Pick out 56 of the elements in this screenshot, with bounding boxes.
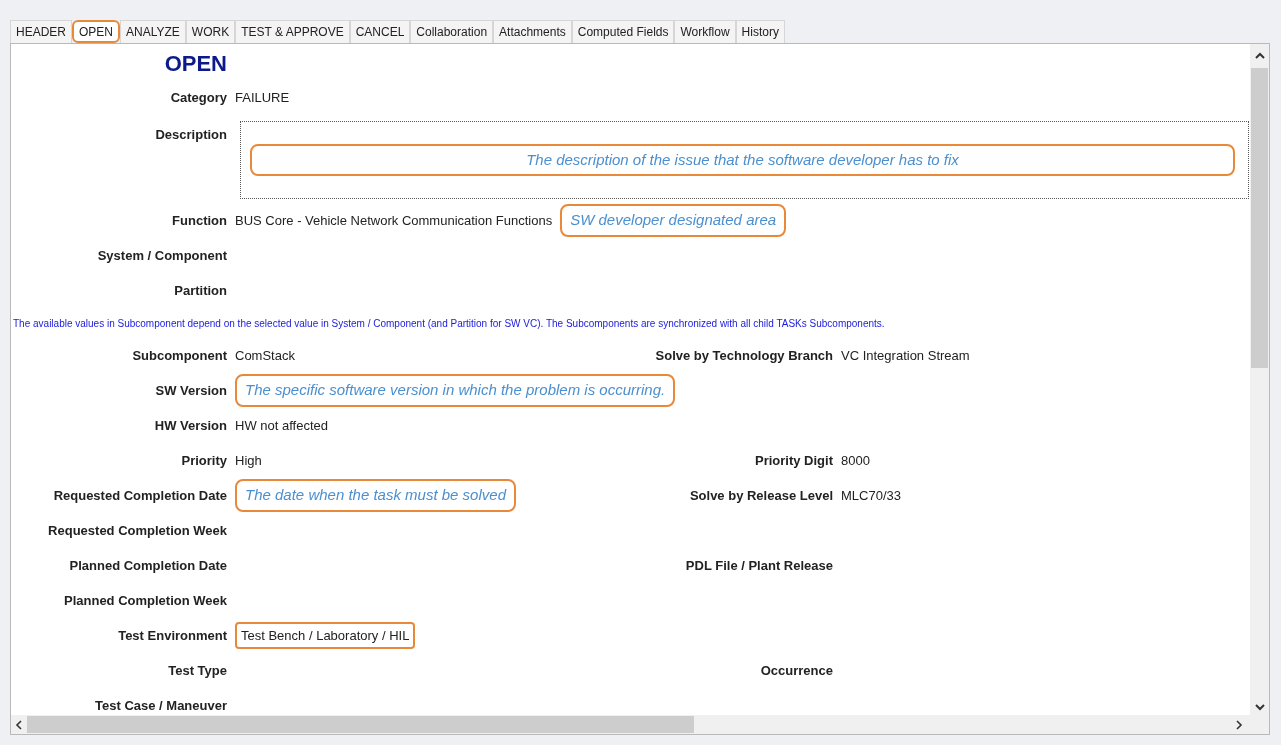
field-label: PDL File / Plant Release [684, 556, 833, 575]
tab[interactable]: ANALYZE [120, 20, 186, 43]
field-label: SW Version [154, 381, 227, 400]
tab[interactable]: HEADER [10, 20, 72, 43]
tab[interactable]: Workflow [674, 20, 736, 43]
scroll-right-icon[interactable] [1235, 719, 1243, 730]
annotation-callout: SW developer designated area [560, 204, 787, 237]
tab[interactable]: Collaboration [410, 20, 494, 43]
field-label: Partition [173, 281, 227, 300]
field-value: BUS Core - Vehicle Network Communication Functions [235, 211, 553, 230]
field-label: Occurrence [759, 661, 833, 680]
field-label: Category [169, 88, 227, 107]
field-value: 8000 [841, 451, 870, 470]
scroll-down-icon[interactable] [1254, 703, 1265, 711]
field-label: Description [154, 126, 227, 144]
tab[interactable]: CANCEL [349, 20, 411, 43]
field-value: Test Bench / Laboratory / HIL [235, 621, 416, 650]
field-value: MLC70/33 [841, 486, 901, 505]
field-label: Test Type [167, 661, 227, 680]
tab[interactable]: OPEN [72, 20, 121, 43]
annotation-callout: The description of the issue that the software developer has to fix [250, 143, 1235, 177]
field-label: HW Version [153, 416, 227, 435]
field-label: Test Case / Maneuver [94, 696, 227, 715]
field-label: Function [171, 211, 227, 230]
tab[interactable]: History [735, 20, 785, 43]
field-label: Planned Completion Date [68, 556, 227, 575]
field-value: VC Integration Stream [841, 346, 970, 365]
section-heading: OPEN [163, 49, 227, 78]
field-value: HW not affected [235, 416, 328, 435]
info-note: The available values in Subcomponent depend on the selected value in System / Component (and Partition for SW VC). The Subcomponents are synchronized with all child TASKs Subcomponents. [13, 316, 885, 331]
annotation-callout: The date when the task must be solved [235, 479, 516, 512]
horizontal-scrollbar[interactable] [11, 715, 1269, 734]
field-label: Solve by Technology Branch [654, 346, 833, 365]
scroll-up-icon[interactable] [1254, 52, 1265, 60]
field-label: Subcomponent [131, 346, 227, 365]
tab[interactable]: WORK [185, 20, 236, 43]
field-label: System / Component [96, 246, 227, 265]
field-label: Test Environment [117, 626, 227, 645]
field-label: Solve by Release Level [688, 486, 833, 505]
tab[interactable]: Computed Fields [571, 20, 675, 43]
field-label: Priority Digit [754, 451, 833, 470]
field-label: Requested Completion Week [47, 521, 227, 540]
annotation-callout: The specific software version in which the problem is occurring. [235, 374, 676, 407]
tab[interactable]: Attachments [493, 20, 572, 43]
scrollbar-thumb[interactable] [1251, 68, 1268, 368]
scrollbar-thumb[interactable] [27, 716, 694, 733]
scroll-left-icon[interactable] [15, 719, 23, 730]
vertical-scrollbar[interactable] [1250, 44, 1269, 715]
field-value: ComStack [235, 346, 295, 365]
field-value: High [235, 451, 262, 470]
tab[interactable]: TEST & APPROVE [235, 20, 350, 43]
field-value: FAILURE [235, 88, 290, 107]
field-label: Planned Completion Week [63, 591, 227, 610]
field-label: Priority [180, 451, 227, 470]
field-label: Requested Completion Date [52, 486, 227, 505]
description-field[interactable]: The description of the issue that the software developer has to fix [240, 121, 1249, 199]
